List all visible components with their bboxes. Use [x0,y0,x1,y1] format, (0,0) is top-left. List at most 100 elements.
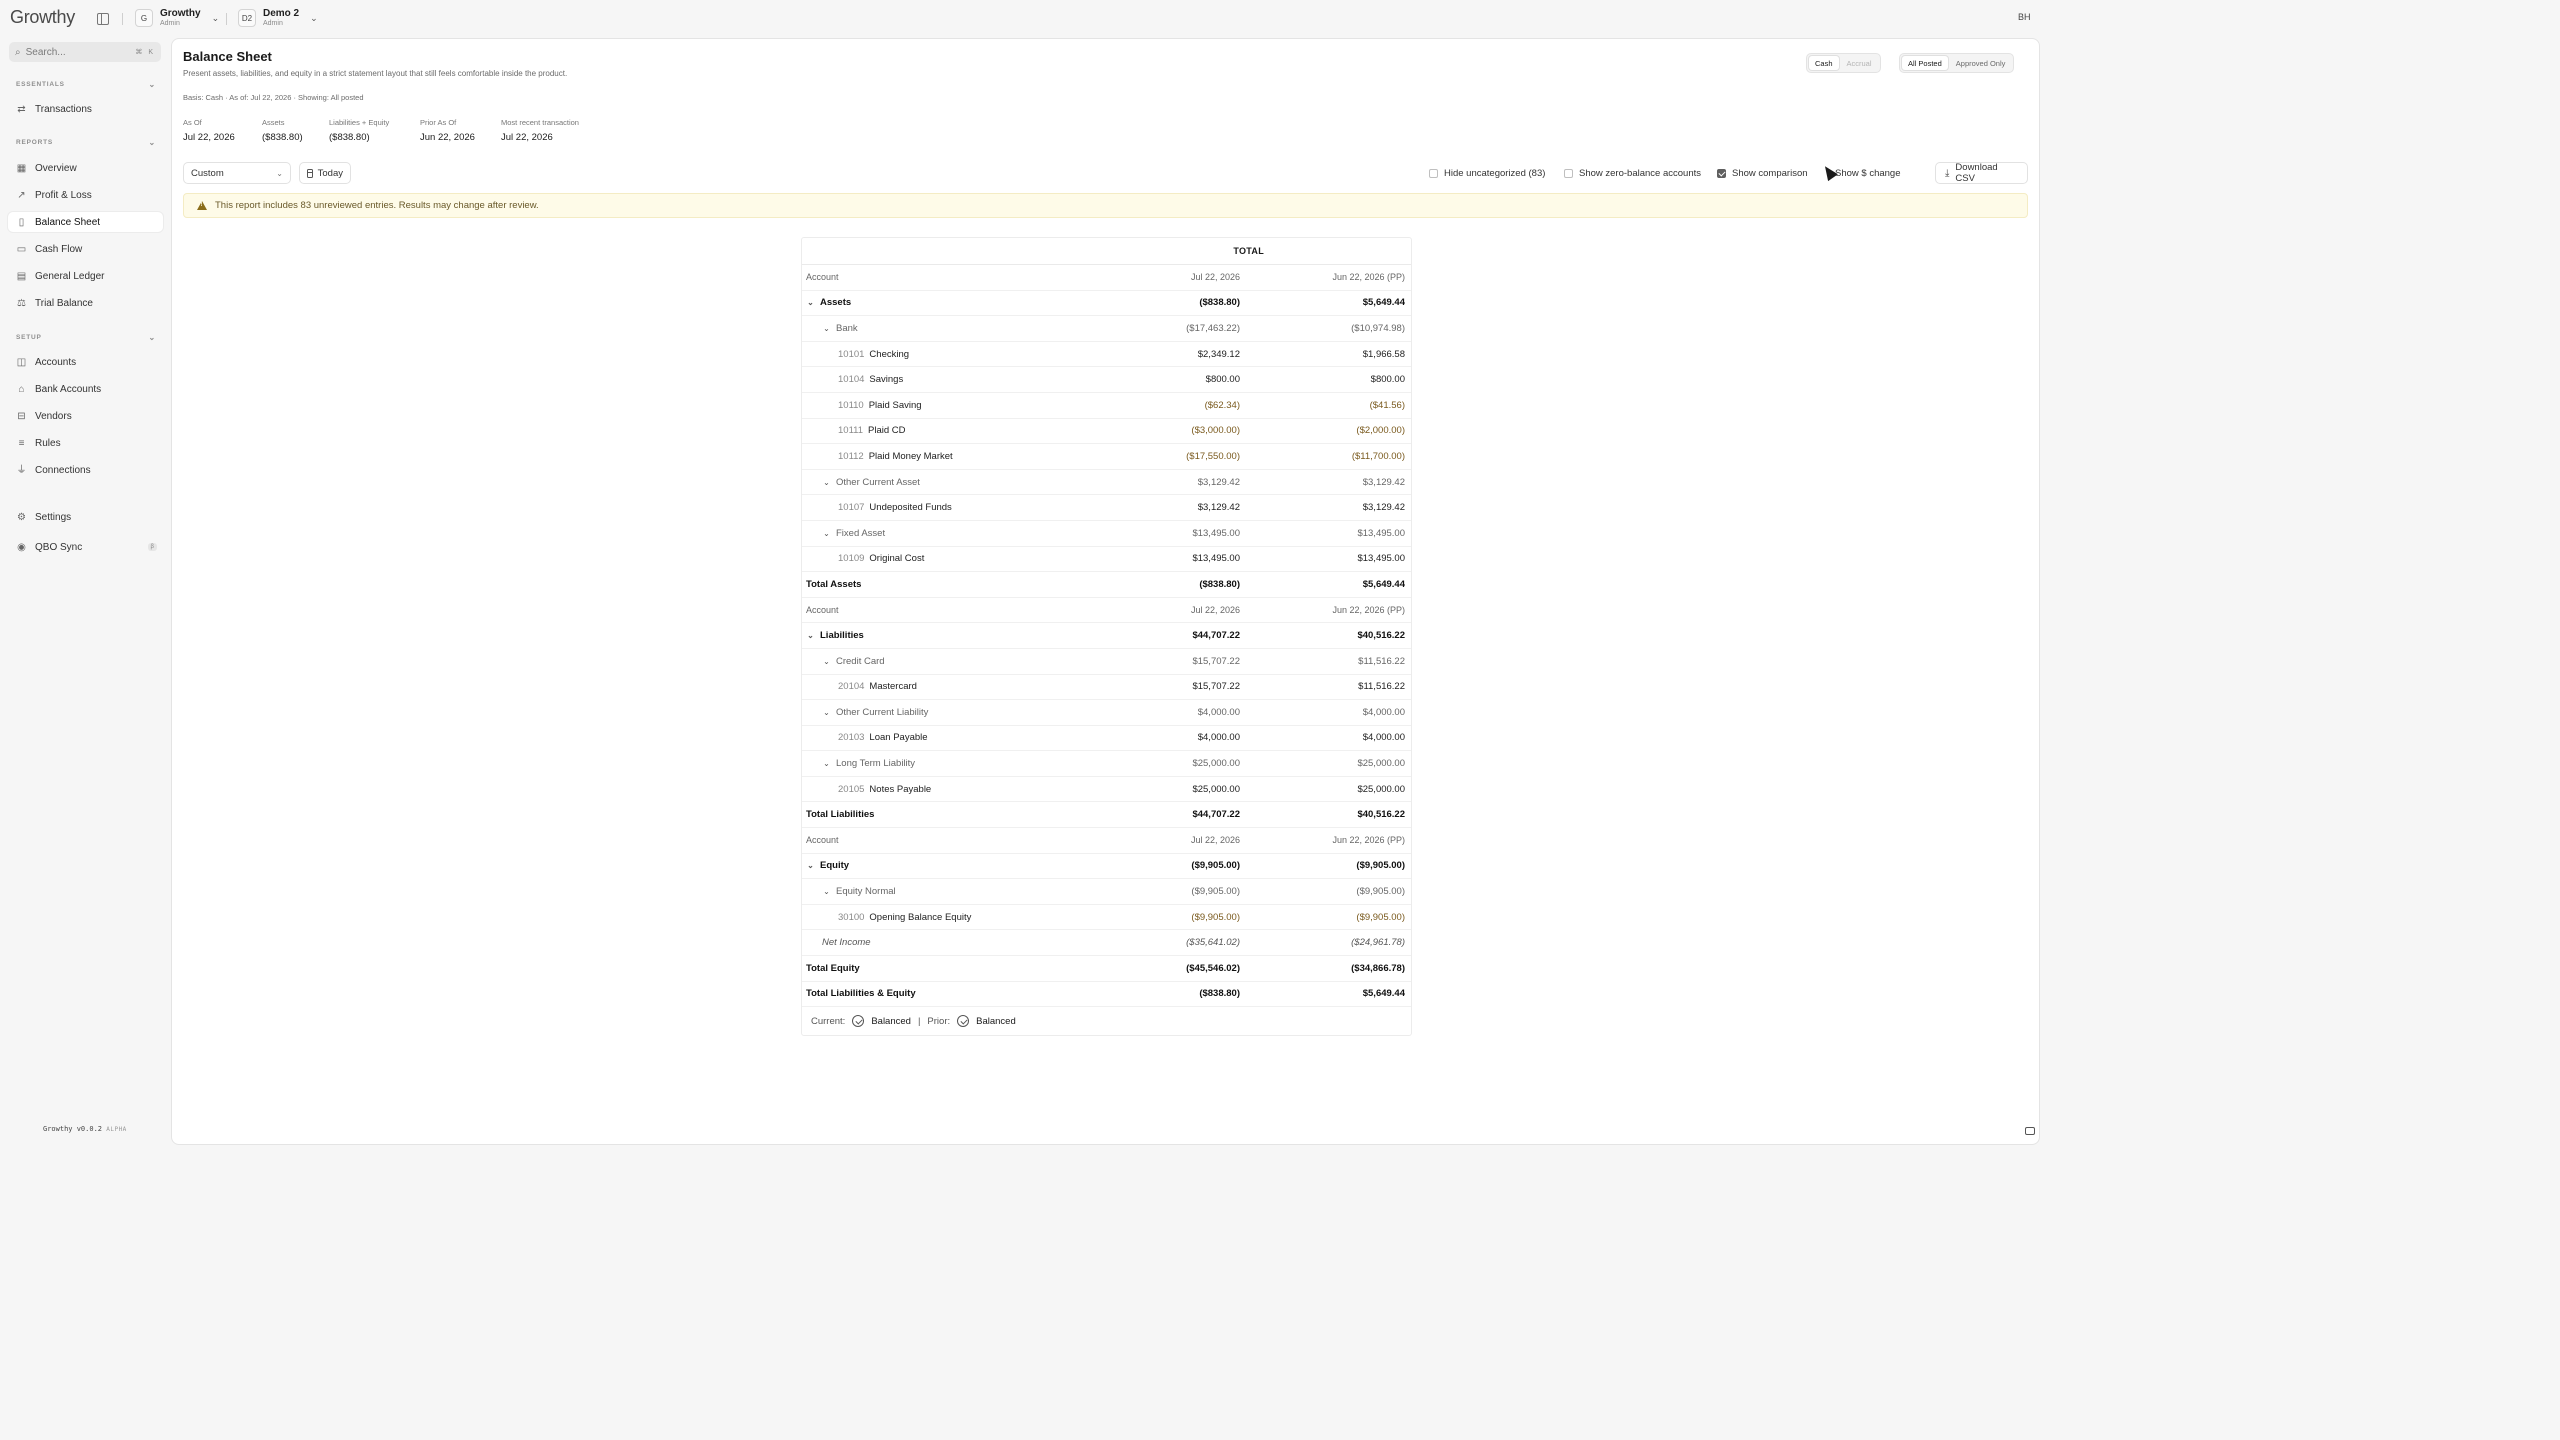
all-posted-button[interactable]: All Posted [1902,56,1948,70]
account-cell: ⌄ Equity [806,860,849,871]
account-cell: Total Equity [806,963,860,974]
stat-label: Assets [262,118,285,127]
transfer-icon: ⇄ [17,103,26,115]
chevron-down-icon[interactable]: ⌄ [822,657,831,666]
chevron-down-icon[interactable]: ⌄ [822,887,831,896]
sidebar-item-vendors[interactable]: ⊟ Vendors [8,406,163,426]
group-row[interactable]: ⌄ Other Current Liability $4,000.00 $4,000.… [802,700,1411,726]
chevron-down-icon[interactable]: ⌄ [822,478,831,487]
stat-liabilities-equity: Liabilities + Equity ($838.80) [329,118,389,143]
chevron-down-icon[interactable]: ⌄ [822,708,831,717]
sidebar-item-accounts[interactable]: ◫ Accounts [8,352,163,372]
sidebar-item-transactions[interactable]: ⇄ Transactions [8,99,163,119]
prior-amount: $3,129.42 [1362,502,1405,514]
account-name: Opening Balance Equity [869,911,972,923]
sidebar-item-rules[interactable]: ≡ Rules [8,433,163,453]
sidebar-item-settings[interactable]: ⚙ Settings [8,507,163,527]
group-row[interactable]: ⌄ Long Term Liability $25,000.00 $25,000.00 [802,751,1411,777]
sidebar-item-qbo-sync[interactable]: ◉ QBO Sync β [8,537,163,557]
section-reports[interactable]: REPORTS ⌄ [16,138,156,147]
account-code: 10109 [838,553,865,565]
column-header-row: Account Jul 22, 2026 Jun 22, 2026 (PP) [802,598,1411,624]
account-name: Notes Payable [869,783,932,795]
section-row[interactable]: ⌄ Liabilities $44,707.22 $40,516.22 [802,623,1411,649]
account-code: 10111 [838,425,864,437]
group-row[interactable]: ⌄ Fixed Asset $13,495.00 $13,495.00 [802,521,1411,547]
balance-check-footer: Current: Balanced | Prior: Balanced [802,1007,1411,1035]
chevron-down-icon[interactable]: ⌄ [806,298,815,307]
today-button[interactable]: Today [299,162,351,184]
sidebar-item-profit-loss[interactable]: ↗ Profit & Loss [8,185,163,205]
user-avatar[interactable]: BH [2018,12,2031,22]
checkbox[interactable] [1429,168,1438,178]
account-name: Other Current Asset [836,476,920,488]
prior-amount: $3,129.42 [1362,476,1405,488]
page-title: Balance Sheet [183,49,272,64]
version-tag: ALPHA [106,1126,127,1133]
total-row: Total Liabilities $44,707.22 $40,516.22 [802,802,1411,829]
period-select-value: Custom [191,167,224,179]
hide-uncategorized-toggle[interactable]: Hide uncategorized (83) [1429,162,1545,184]
basis-accrual-button[interactable]: Accrual [1841,56,1878,70]
company-switcher[interactable]: D2 Demo 2 Admin ⌄ [238,8,318,28]
org-switcher[interactable]: G Growthy Admin ⌄ [135,8,219,28]
sidebar-item-label: Settings [35,511,72,523]
book-icon: ◫ [16,356,27,368]
section-row[interactable]: ⌄ Assets ($838.80) $5,649.44 [802,291,1411,317]
search-box[interactable]: ⌕ ⌘ K [9,42,161,62]
stat-label: Most recent transaction [501,118,579,127]
account-code: 10101 [838,348,865,360]
sidebar-item-general-ledger[interactable]: ▤ General Ledger [8,266,163,286]
group-row[interactable]: ⌄ Credit Card $15,707.22 $11,516.22 [802,649,1411,675]
main-panel: Balance Sheet Present assets, liabilitie… [171,38,2040,1145]
prior-amount: $800.00 [1370,374,1405,386]
chevron-down-icon[interactable]: ⌄ [822,759,831,768]
current-amount: $44,707.22 [1192,630,1240,642]
col-prior-header: Jun 22, 2026 (PP) [1332,605,1405,616]
group-row[interactable]: ⌄ Bank ($17,463.22) ($10,974.98) [802,316,1411,342]
checkbox-label: Show comparison [1732,167,1808,179]
section-essentials[interactable]: ESSENTIALS ⌄ [16,80,156,89]
checkbox[interactable] [1717,168,1726,178]
chevron-down-icon[interactable]: ⌄ [806,861,815,870]
prior-status: Balanced [976,1015,1016,1027]
search-input[interactable] [25,46,126,58]
basis-cash-button[interactable]: Cash [1809,56,1839,70]
approved-only-button[interactable]: Approved Only [1950,56,2012,70]
download-csv-button[interactable]: ⤓ Download CSV [1935,162,2028,184]
account-name: Fixed Asset [836,527,886,539]
show-comparison-toggle[interactable]: Show comparison [1717,162,1808,184]
sidebar-item-bank-accounts[interactable]: ⌂ Bank Accounts [8,379,163,399]
checkbox[interactable] [1564,168,1573,178]
section-setup[interactable]: SETUP ⌄ [16,333,156,342]
show-zero-balance-toggle[interactable]: Show zero-balance accounts [1564,162,1701,184]
show-dollar-change-toggle[interactable]: Show $ change [1835,162,1901,184]
sidebar-item-connections[interactable]: ⏚ Connections [8,460,163,480]
chevron-down-icon[interactable]: ⌄ [806,631,815,640]
chevron-down-icon[interactable]: ⌄ [822,324,831,333]
account-cell: ⌄ Liabilities [806,630,864,641]
sidebar-toggle-icon[interactable] [97,13,109,25]
group-row[interactable]: ⌄ Equity Normal ($9,905.00) ($9,905.00) [802,879,1411,905]
sidebar-item-label: General Ledger [35,270,105,282]
account-row: 10109 Original Cost $13,495.00 $13,495.00 [802,547,1411,573]
column-header-row: Account Jul 22, 2026 Jun 22, 2026 (PP) [802,828,1411,854]
group-row[interactable]: ⌄ Other Current Asset $3,129.42 $3,129.42 [802,470,1411,496]
check-circle-icon [957,1015,970,1028]
status-toggle: All Posted Approved Only [1899,53,2015,73]
app-logo[interactable]: Growthy [10,7,75,28]
sidebar-item-trial-balance[interactable]: ⚖ Trial Balance [8,293,163,313]
sidebar-item-cash-flow[interactable]: ▭ Cash Flow [8,239,163,259]
period-select[interactable]: Custom ⌄ [183,162,291,184]
sidebar-item-balance-sheet[interactable]: ▯ Balance Sheet [8,212,163,232]
account-row: 20105 Notes Payable $25,000.00 $25,000.00 [802,777,1411,803]
sidebar-item-overview[interactable]: ▦ Overview [8,158,163,178]
current-amount: $25,000.00 [1192,758,1240,770]
chevron-down-icon[interactable]: ⌄ [822,529,831,538]
stat-most-recent: Most recent transaction Jul 22, 2026 [501,118,579,143]
current-amount: ($17,463.22) [1186,322,1240,334]
total-row: Total Equity ($45,546.02) ($34,866.78) [802,956,1411,982]
chat-icon[interactable] [2025,1127,2035,1135]
section-row[interactable]: ⌄ Equity ($9,905.00) ($9,905.00) [802,854,1411,880]
current-amount: ($9,905.00) [1191,860,1240,872]
